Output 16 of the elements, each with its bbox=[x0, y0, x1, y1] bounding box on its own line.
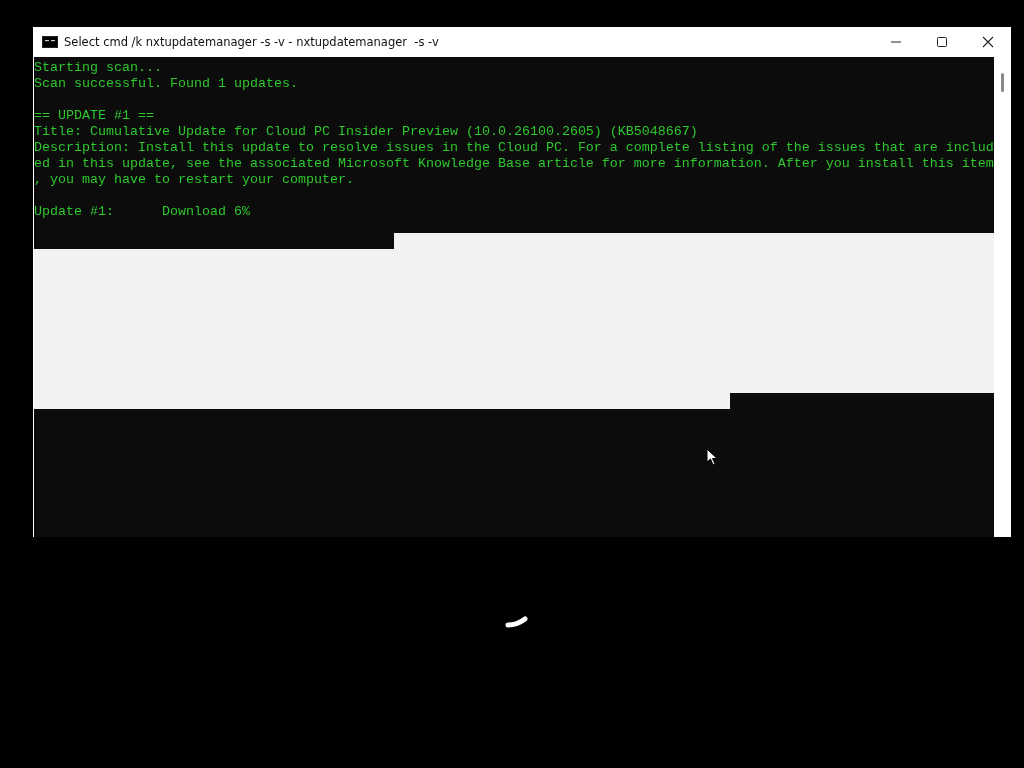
console-line: Description: Install this update to resolve issues in the Cloud PC. For a complete listing of the issues that are includ bbox=[34, 140, 994, 155]
console-line: Title: Cumulative Update for Cloud PC Insider Preview (10.0.26100.2605) (KB5048667) bbox=[34, 124, 698, 139]
window-title: Select cmd /k nxtupdatemanager -s -v - nxtupdatemanager -s -v bbox=[64, 35, 440, 49]
close-icon bbox=[982, 36, 994, 48]
mouse-pointer-icon bbox=[706, 448, 718, 466]
console-line: Scan successful. Found 1 updates. bbox=[34, 76, 298, 91]
maximize-icon bbox=[936, 36, 948, 48]
scrollbar-thumb[interactable] bbox=[1001, 73, 1004, 92]
scrollbar[interactable] bbox=[994, 57, 1011, 537]
terminal-icon bbox=[42, 36, 58, 48]
console-line: Starting scan... bbox=[34, 60, 162, 75]
console-line: ed in this update, see the associated Microsoft Knowledge Base article for more information. After you install this item bbox=[34, 156, 994, 171]
console-line: , you may have to restart your computer. bbox=[34, 172, 354, 187]
console-line: Update #1: Download 6% bbox=[34, 204, 250, 219]
console-line: == UPDATE #1 == bbox=[34, 108, 154, 123]
loading-spinner-icon bbox=[505, 615, 529, 629]
